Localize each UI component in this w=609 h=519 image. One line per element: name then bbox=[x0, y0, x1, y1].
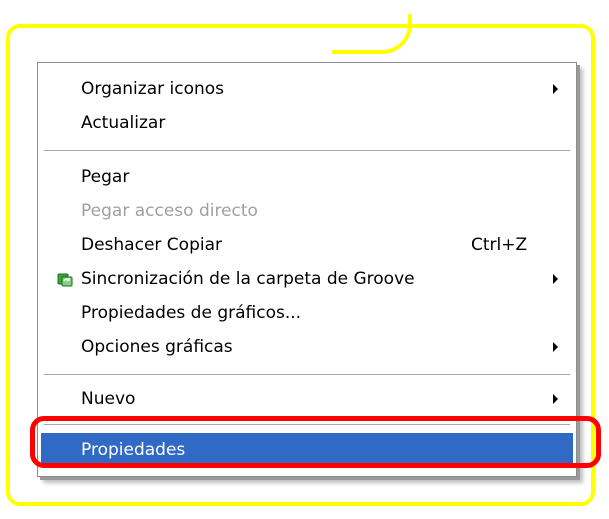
callout-pointer bbox=[332, 14, 412, 54]
menu-item-label: Propiedades de gráficos... bbox=[81, 303, 302, 323]
menu-item-pegar-acceso-directo: Pegar acceso directo bbox=[41, 194, 573, 228]
menu-item-deshacer-copiar[interactable]: Deshacer Copiar Ctrl+Z bbox=[41, 228, 573, 262]
menu-item-label: Sincronización de la carpeta de Groove bbox=[81, 269, 415, 289]
context-menu: Organizar iconos Actualizar Pegar Pegar … bbox=[37, 62, 577, 477]
menu-item-label: Deshacer Copiar bbox=[81, 235, 222, 255]
menu-item-actualizar[interactable]: Actualizar bbox=[41, 106, 573, 140]
submenu-arrow-icon bbox=[553, 342, 558, 352]
menu-item-label: Nuevo bbox=[81, 389, 136, 409]
menu-item-label: Organizar iconos bbox=[81, 79, 225, 99]
annotation-highlight bbox=[30, 416, 601, 468]
submenu-arrow-icon bbox=[553, 394, 558, 404]
submenu-arrow-icon bbox=[553, 84, 558, 94]
menu-item-label: Pegar acceso directo bbox=[81, 201, 258, 221]
menu-separator bbox=[44, 374, 570, 376]
menu-item-label: Pegar bbox=[81, 167, 130, 187]
menu-item-opciones-graficas[interactable]: Opciones gráficas bbox=[41, 330, 573, 364]
menu-item-organizar-iconos[interactable]: Organizar iconos bbox=[41, 72, 573, 106]
menu-item-label: Opciones gráficas bbox=[81, 337, 233, 357]
groove-sync-icon bbox=[57, 271, 73, 287]
submenu-arrow-icon bbox=[553, 274, 558, 284]
menu-item-propiedades-graficos[interactable]: Propiedades de gráficos... bbox=[41, 296, 573, 330]
menu-item-pegar[interactable]: Pegar bbox=[41, 160, 573, 194]
menu-item-nuevo[interactable]: Nuevo bbox=[41, 382, 573, 416]
menu-item-label: Actualizar bbox=[81, 113, 166, 133]
menu-item-sincronizacion-groove[interactable]: Sincronización de la carpeta de Groove bbox=[41, 262, 573, 296]
menu-separator bbox=[44, 150, 570, 152]
menu-item-shortcut: Ctrl+Z bbox=[471, 235, 528, 255]
